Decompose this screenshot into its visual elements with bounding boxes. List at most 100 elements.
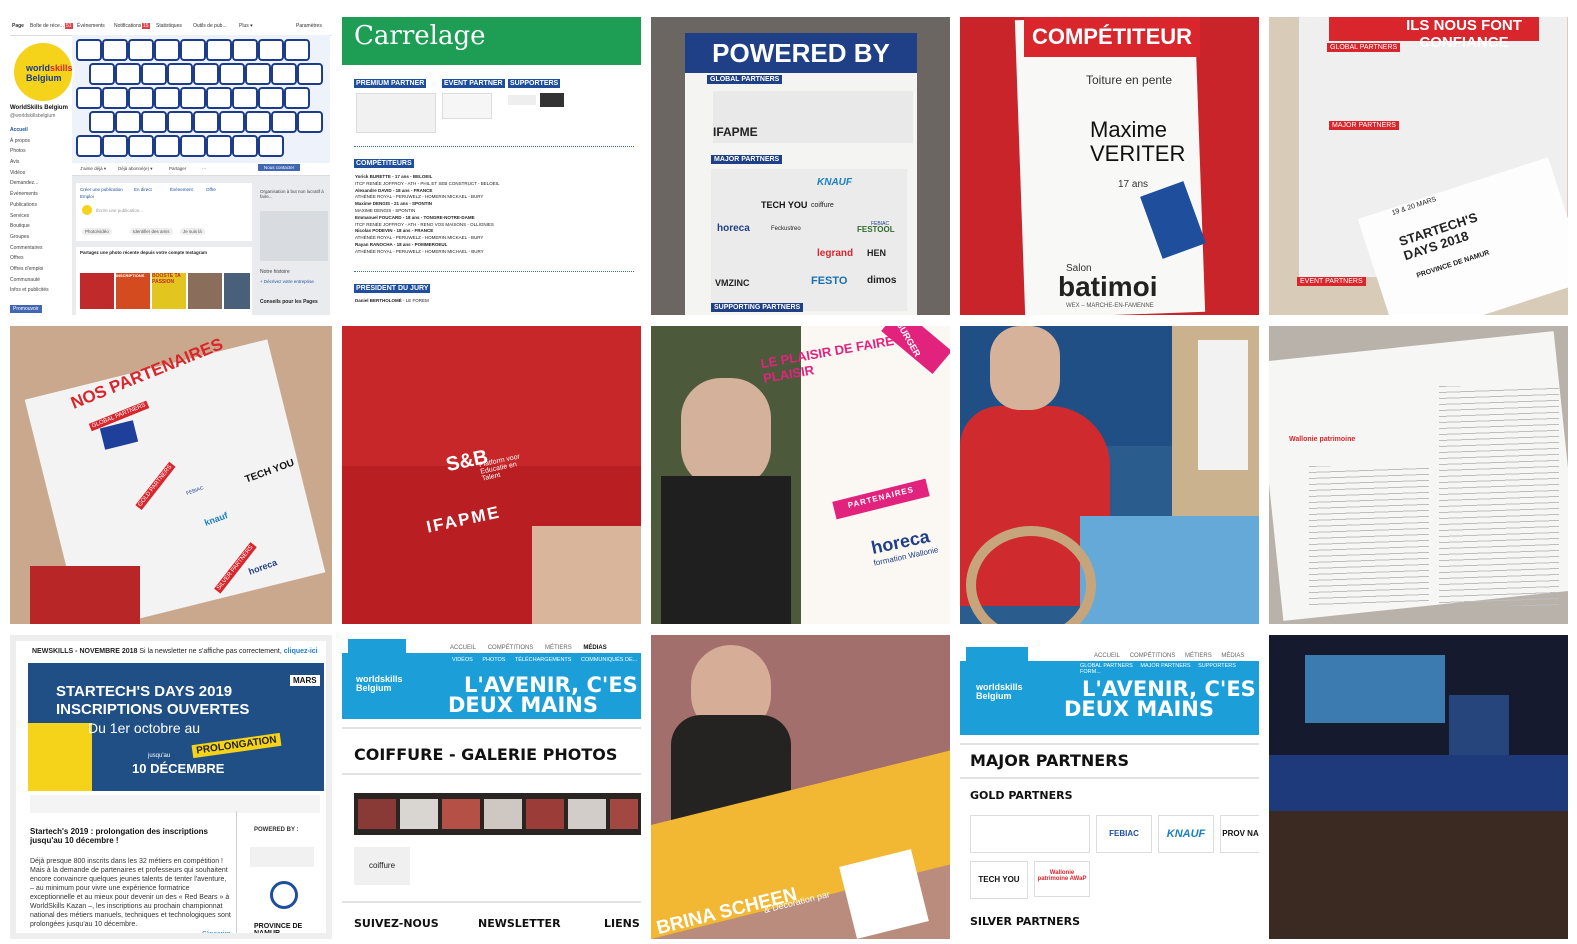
poster-portrait-photo[interactable]: BRINA SCHEEN & Décoration par xyxy=(651,635,950,939)
sidebar-item-ask[interactable]: Demandez... xyxy=(10,178,72,189)
job-tab[interactable]: Emploi xyxy=(80,194,94,199)
create-post-tab[interactable]: Créer une publication xyxy=(80,187,123,192)
signup-link[interactable]: S'inscrire xyxy=(202,931,231,933)
subnav-form[interactable]: FORM... xyxy=(1080,669,1101,675)
sidebar-item-community[interactable]: Communauté xyxy=(10,275,72,286)
competitor-name: Maxime DENGIS - 21 ans - SPONTIN xyxy=(355,201,433,207)
sidebar-item-shop[interactable]: Boutique xyxy=(10,221,72,232)
gallery-photo[interactable] xyxy=(358,799,396,829)
coiffure-gallery-page[interactable]: ACCUEIL COMPÉTITIONS MÉTIERS MÉDIAS worl… xyxy=(342,635,641,939)
event-tab[interactable]: Événement xyxy=(170,187,193,192)
photo-video-chip[interactable]: Photo/vidéo xyxy=(82,228,112,235)
more-button[interactable]: ··· xyxy=(202,166,207,171)
follow-button[interactable]: Déjà abonné(e) ▾ xyxy=(118,166,153,172)
major-partners-page[interactable]: ACCUEIL COMPÉTITIONS MÉTIERS MÉDIAS worl… xyxy=(960,635,1259,939)
promote-button[interactable]: Promouvoir xyxy=(10,305,42,313)
tech-you-partner-logo[interactable]: TECH YOU xyxy=(970,861,1028,899)
gallery-photo[interactable] xyxy=(610,799,638,829)
instagram-photo[interactable] xyxy=(80,273,114,309)
subnav-downloads[interactable]: TÉLÉCHARGEMENTS xyxy=(515,657,572,663)
jury-label: PRÉSIDENT DU JURY xyxy=(354,284,431,293)
share-button[interactable]: Partager xyxy=(169,166,186,171)
carrelage-sheet[interactable]: Carrelage PREMIUM PARTNER EVENT PARTNER … xyxy=(342,17,641,315)
tab-page[interactable]: Page xyxy=(12,23,24,29)
live-tab[interactable]: En direct xyxy=(134,187,152,192)
tab-events[interactable]: Événements xyxy=(77,23,105,29)
newsletter-preview[interactable]: NEWSKILLS - NOVEMBRE 2018 Si la newslett… xyxy=(10,635,332,939)
sidebar-item-videos[interactable]: Vidéos xyxy=(10,168,72,179)
contact-button[interactable]: Nous contacter xyxy=(258,164,301,171)
startech-banner[interactable]: STARTECH'S DAYS 2019 INSCRIPTIONS OUVERT… xyxy=(28,663,324,791)
worldskills-logo[interactable]: worldskills Belgium xyxy=(348,639,406,695)
powered-by-poster-photo[interactable]: POWERED BY GLOBAL PARTNERS IFAPME MAJOR … xyxy=(651,17,950,315)
febiac-partner-logo[interactable]: FEBIAC xyxy=(1096,815,1152,853)
partners-brochure-photo[interactable]: ILS NOUS FONT CONFIANCE GLOBAL PARTNERS … xyxy=(1269,17,1568,315)
tab-stats[interactable]: Statistiques xyxy=(156,23,182,29)
tab-ads-tools[interactable]: Outils de pub... xyxy=(193,23,227,29)
competitor-card-photo[interactable]: COMPÉTITEUR Toiture en pente Maxime VERI… xyxy=(960,17,1259,315)
nav-home[interactable]: ACCUEIL xyxy=(1094,653,1120,659)
view-online-link[interactable]: cliquez-ici xyxy=(284,648,318,655)
magazine-spread-photo[interactable]: LE PLAISIR DE FAIRE PLAISIR BURGER PARTE… xyxy=(651,326,950,624)
tag-friends-chip[interactable]: Identifier des amis xyxy=(130,228,173,235)
awap-partner-logo[interactable]: Wallonie patrimoine AWaP xyxy=(1034,861,1090,897)
subnav-major[interactable]: MAJOR PARTNERS xyxy=(1140,663,1190,669)
tab-notifications[interactable]: Notifications xyxy=(114,23,141,29)
nav-media[interactable]: MÉDIAS xyxy=(583,645,606,651)
subnav-press[interactable]: COMMUNIQUÉS DE... xyxy=(581,657,637,663)
nos-partenaires-photo[interactable]: NOS PARTENAIRES GLOBAL PARTNERS GOLD PAR… xyxy=(10,326,332,624)
sidebar-item-posts[interactable]: Publications xyxy=(10,200,72,211)
describe-link[interactable]: + Décrivez votre entreprise xyxy=(260,279,314,284)
sidebar-item-reviews[interactable]: Avis xyxy=(10,157,72,168)
red-shirt-sleeve-photo[interactable]: S&B Platform voor Educatie en Talent IFA… xyxy=(342,326,641,624)
subnav-videos[interactable]: VIDÉOS xyxy=(452,657,473,663)
auditorium-photo[interactable] xyxy=(1269,635,1568,939)
subnav-photos[interactable]: PHOTOS xyxy=(482,657,505,663)
page-avatar[interactable]: worldskills Belgium xyxy=(12,41,74,103)
facebook-top-nav: Page Boîte de réce... 51 Événements Noti… xyxy=(10,17,332,36)
photo-strip[interactable] xyxy=(354,793,641,835)
gallery-photo[interactable] xyxy=(484,799,522,829)
partner-hex xyxy=(258,87,284,109)
gallery-photo[interactable] xyxy=(400,799,438,829)
subnav-supporters[interactable]: SUPPORTERS xyxy=(1198,663,1236,669)
sidebar-item-about[interactable]: À propos xyxy=(10,136,72,147)
worldskills-logo[interactable]: worldskills Belgium xyxy=(966,647,1028,703)
tab-more[interactable]: Plus ▾ xyxy=(239,23,253,29)
gallery-photo[interactable] xyxy=(568,799,606,829)
horeca-logo: horeca xyxy=(717,223,750,234)
sidebar-item-events[interactable]: Événements xyxy=(10,189,72,200)
sidebar-item-offers[interactable]: Offres xyxy=(10,253,72,264)
tab-settings[interactable]: Paramètres xyxy=(296,23,322,29)
checkin-chip[interactable]: Je suis là xyxy=(180,228,205,235)
gallery-photo[interactable] xyxy=(442,799,480,829)
nav-home[interactable]: ACCUEIL xyxy=(450,645,476,651)
facebook-page-thumbnail[interactable]: Page Boîte de réce... 51 Événements Noti… xyxy=(10,17,332,315)
instagram-photo[interactable] xyxy=(224,273,250,309)
sidebar-item-info-ads[interactable]: Infos et publicités xyxy=(10,285,72,296)
knauf-partner-logo[interactable]: KNAUF xyxy=(1158,815,1214,853)
instagram-photo[interactable] xyxy=(188,273,222,309)
instagram-photo[interactable]: BOOSTE TA PASSION xyxy=(152,273,186,309)
sidebar-item-comments[interactable]: Commentaires xyxy=(10,243,72,254)
instagram-photo[interactable]: INSCRIPTIONS xyxy=(116,273,150,309)
gallery-photo[interactable] xyxy=(526,799,564,829)
nav-competitions[interactable]: COMPÉTITIONS xyxy=(1130,653,1176,659)
sidebar-item-jobs[interactable]: Offres d'emploi xyxy=(10,264,72,275)
sidebar-item-groups[interactable]: Groupes xyxy=(10,232,72,243)
sb-partner-logo[interactable] xyxy=(970,815,1090,853)
sidebar-item-services[interactable]: Services xyxy=(10,211,72,222)
open-book-photo[interactable]: Wallonie patrimoine xyxy=(1269,326,1568,624)
nav-trades[interactable]: MÉTIERS xyxy=(1185,653,1212,659)
like-button[interactable]: J'aime déjà ▾ xyxy=(80,166,106,172)
nav-competitions[interactable]: COMPÉTITIONS xyxy=(488,645,534,651)
sidebar-item-home[interactable]: Accueil xyxy=(10,125,72,136)
nav-media[interactable]: MÉDIAS xyxy=(1221,653,1244,659)
sidebar-item-photos[interactable]: Photos xyxy=(10,146,72,157)
write-post-input[interactable]: Écrire une publication... xyxy=(96,208,143,213)
offer-tab[interactable]: Offre xyxy=(206,187,216,192)
nav-trades[interactable]: MÉTIERS xyxy=(545,645,572,651)
competitor-working-photo[interactable] xyxy=(960,326,1259,624)
tab-inbox[interactable]: Boîte de réce... xyxy=(30,23,64,29)
province-partner-logo[interactable]: PROV NA xyxy=(1220,815,1259,853)
